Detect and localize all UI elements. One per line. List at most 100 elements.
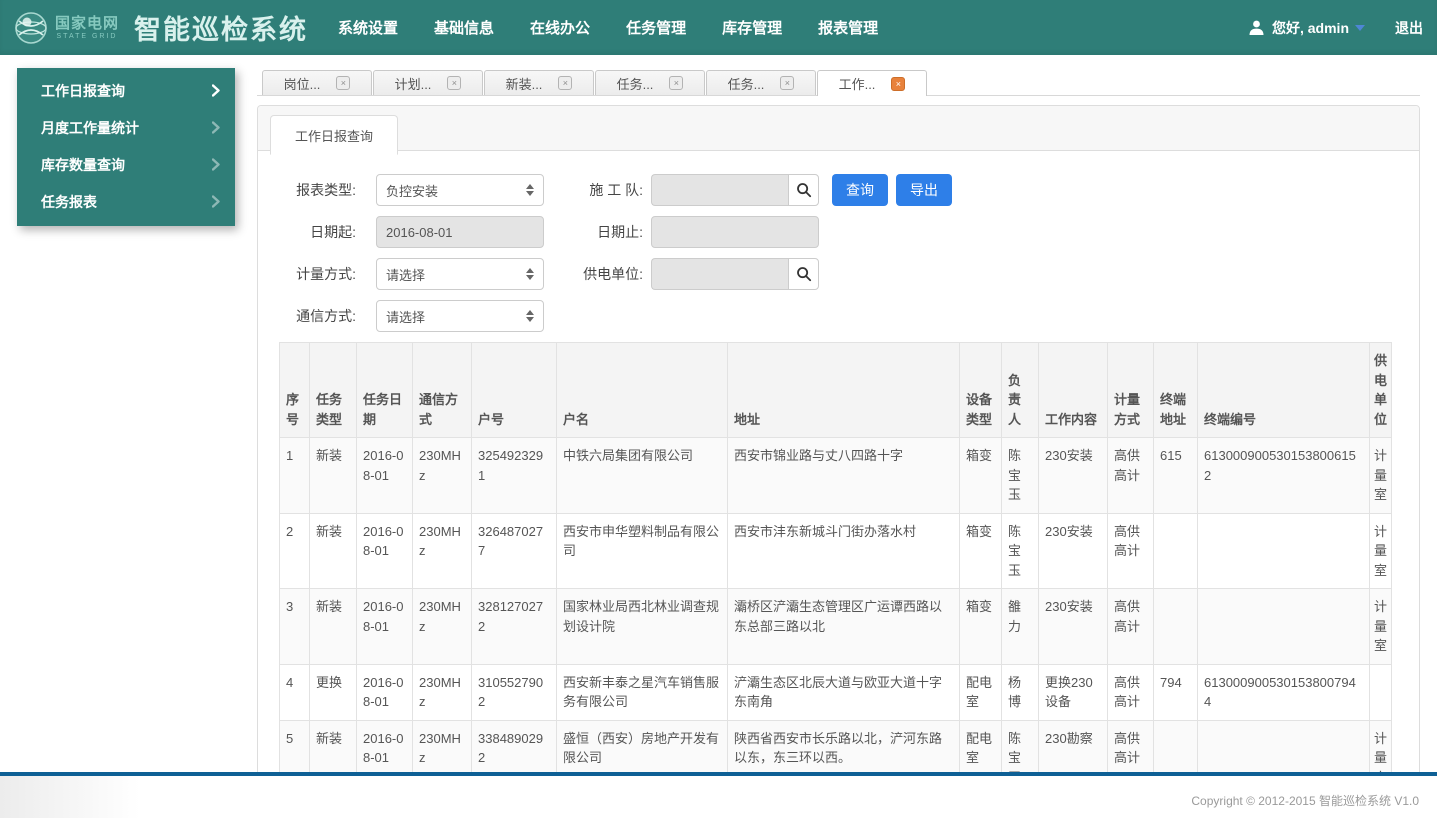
topmenu-item[interactable]: 库存管理	[722, 17, 782, 38]
sidebar-item-label: 库存数量查询	[41, 156, 125, 173]
topmenu-item[interactable]: 基础信息	[434, 17, 494, 38]
report-type-select[interactable]: 负控安装	[376, 174, 544, 206]
table-row[interactable]: 2 新装 2016-08-01 230MHz 3264870277 西安市申华塑料制品有限…	[279, 512, 1392, 589]
metering-mode-label: 计量方式:	[296, 266, 356, 282]
table-cell: 杨博	[1001, 663, 1039, 721]
table-cell: 230MHz	[412, 588, 472, 665]
close-tab-icon[interactable]: ×	[891, 76, 906, 91]
chevron-down-icon[interactable]	[1355, 24, 1365, 31]
table-header-cell: 终端地址	[1153, 342, 1198, 438]
table-cell: 中铁六局集团有限公司	[556, 437, 728, 514]
sidebar-item[interactable]: 库存数量查询	[17, 146, 235, 183]
supply-unit-search-button[interactable]	[788, 258, 819, 290]
table-cell	[1153, 512, 1198, 589]
metering-mode-select[interactable]: 请选择	[376, 258, 544, 290]
date-from-input[interactable]	[376, 216, 544, 248]
table-cell: 高供高计	[1107, 437, 1154, 514]
table-header-cell: 地址	[727, 342, 960, 438]
table-header-cell: 序号	[279, 342, 310, 438]
table-header-cell: 任务日期	[356, 342, 413, 438]
select-arrows-icon	[526, 184, 534, 196]
table-cell: 6130009005301538006152	[1197, 437, 1370, 514]
table-cell: 配电室	[959, 663, 1002, 721]
query-button[interactable]: 查询	[832, 174, 888, 206]
sidebar-item[interactable]: 任务报表	[17, 183, 235, 220]
table-cell: 2016-08-01	[356, 512, 413, 589]
construction-team-group	[651, 174, 819, 206]
topbar-user-area: 您好, admin 退出	[1248, 18, 1423, 38]
table-cell: 箱变	[959, 588, 1002, 665]
select-arrows-icon	[526, 310, 534, 322]
table-cell: 230安装	[1038, 512, 1108, 589]
table-cell: 新装	[309, 512, 357, 589]
table-cell: 西安市申华塑料制品有限公司	[556, 512, 728, 589]
export-button[interactable]: 导出	[896, 174, 952, 206]
topmenu-item[interactable]: 在线办公	[530, 17, 590, 38]
table-row[interactable]: 1 新装 2016-08-01 230MHz 3254923291 中铁六局集团有限公司西…	[279, 437, 1392, 514]
table-row[interactable]: 4 更换 2016-08-01 230MHz 3105527902 西安新丰泰之星汽车销售…	[279, 663, 1392, 721]
logout-button[interactable]: 退出	[1395, 18, 1423, 38]
tab-label: 新装...	[505, 76, 543, 92]
table-cell: 2	[279, 512, 310, 589]
sidebar-item[interactable]: 月度工作量统计	[17, 109, 235, 146]
tab-bar: 岗位... × 计划... × 新装... × 任务... × 任务... × 工作... ×	[257, 70, 1420, 96]
table-header-cell: 负责人	[1001, 342, 1039, 438]
table-header-cell: 供电单位	[1369, 342, 1392, 438]
tab[interactable]: 岗位... ×	[262, 70, 372, 95]
table-cell: 新装	[309, 437, 357, 514]
select-arrows-icon	[526, 268, 534, 280]
supply-unit-label: 供电单位:	[583, 266, 643, 282]
report-type-selected-value: 负控安装	[386, 183, 439, 199]
topmenu-item[interactable]: 报表管理	[818, 17, 878, 38]
tab[interactable]: 新装... ×	[484, 70, 594, 95]
topmenu-item[interactable]: 系统设置	[338, 17, 398, 38]
date-from-label: 日期起:	[310, 224, 356, 240]
table-header-cell: 设备类型	[959, 342, 1002, 438]
topmenu-item[interactable]: 任务管理	[626, 17, 686, 38]
table-cell	[1369, 663, 1392, 721]
table-cell: 计量室	[1369, 588, 1392, 665]
table-cell: 230安装	[1038, 437, 1108, 514]
table-row[interactable]: 3 新装 2016-08-01 230MHz 3281270272 国家林业局西北林业调查…	[279, 588, 1392, 665]
construction-team-search-button[interactable]	[788, 174, 819, 206]
sidebar-item-label: 工作日报查询	[41, 82, 125, 99]
filter-row-2: 日期起: 日期止:	[281, 216, 1419, 248]
comm-mode-selected-value: 请选择	[386, 309, 426, 325]
table-cell: 西安市锦业路与丈八四路十字	[727, 437, 960, 514]
comm-mode-label: 通信方式:	[296, 308, 356, 324]
tab[interactable]: 任务... ×	[706, 70, 816, 95]
table-cell: 4	[279, 663, 310, 721]
table-cell: 浐灞生态区北辰大道与欧亚大道十字东南角	[727, 663, 960, 721]
sidebar-item[interactable]: 工作日报查询	[17, 72, 235, 109]
subtab-work-daily-report[interactable]: 工作日报查询	[270, 115, 399, 155]
panel-heading: 工作日报查询	[258, 106, 1419, 155]
comm-mode-select[interactable]: 请选择	[376, 300, 544, 332]
close-tab-icon[interactable]: ×	[558, 76, 573, 90]
table-cell: 计量室	[1369, 437, 1392, 514]
filter-row-1: 报表类型: 负控安装 施 工 队: 查询 导出	[281, 174, 1419, 206]
table-cell: 2016-08-01	[356, 437, 413, 514]
supply-unit-group	[651, 258, 819, 290]
construction-team-input[interactable]	[651, 174, 788, 206]
close-tab-icon[interactable]: ×	[447, 76, 462, 90]
chevron-right-icon	[212, 121, 220, 134]
date-to-input[interactable]	[651, 216, 819, 248]
metering-mode-selected-value: 请选择	[386, 267, 426, 283]
table-header-cell: 工作内容	[1038, 342, 1108, 438]
tab-label: 计划...	[394, 76, 432, 92]
search-icon	[796, 183, 811, 198]
tab[interactable]: 任务... ×	[595, 70, 705, 95]
tab[interactable]: 工作... ×	[817, 70, 927, 96]
user-greeting[interactable]: 您好, admin	[1272, 18, 1349, 38]
topbar: 国家电网 STATE GRID 智能巡检系统 系统设置 基础信息 在线办公 任务管理 库…	[0, 0, 1437, 55]
close-tab-icon[interactable]: ×	[669, 76, 684, 90]
table-header-cell: 通信方式	[412, 342, 472, 438]
tab-label: 工作...	[838, 77, 876, 92]
tab[interactable]: 计划... ×	[373, 70, 483, 95]
table-cell: 1	[279, 437, 310, 514]
close-tab-icon[interactable]: ×	[780, 76, 795, 90]
report-type-label: 报表类型:	[296, 182, 356, 198]
supply-unit-input[interactable]	[651, 258, 788, 290]
footer: Copyright © 2012-2015 智能巡检系统 V1.0	[0, 776, 1437, 818]
close-tab-icon[interactable]: ×	[336, 76, 351, 90]
